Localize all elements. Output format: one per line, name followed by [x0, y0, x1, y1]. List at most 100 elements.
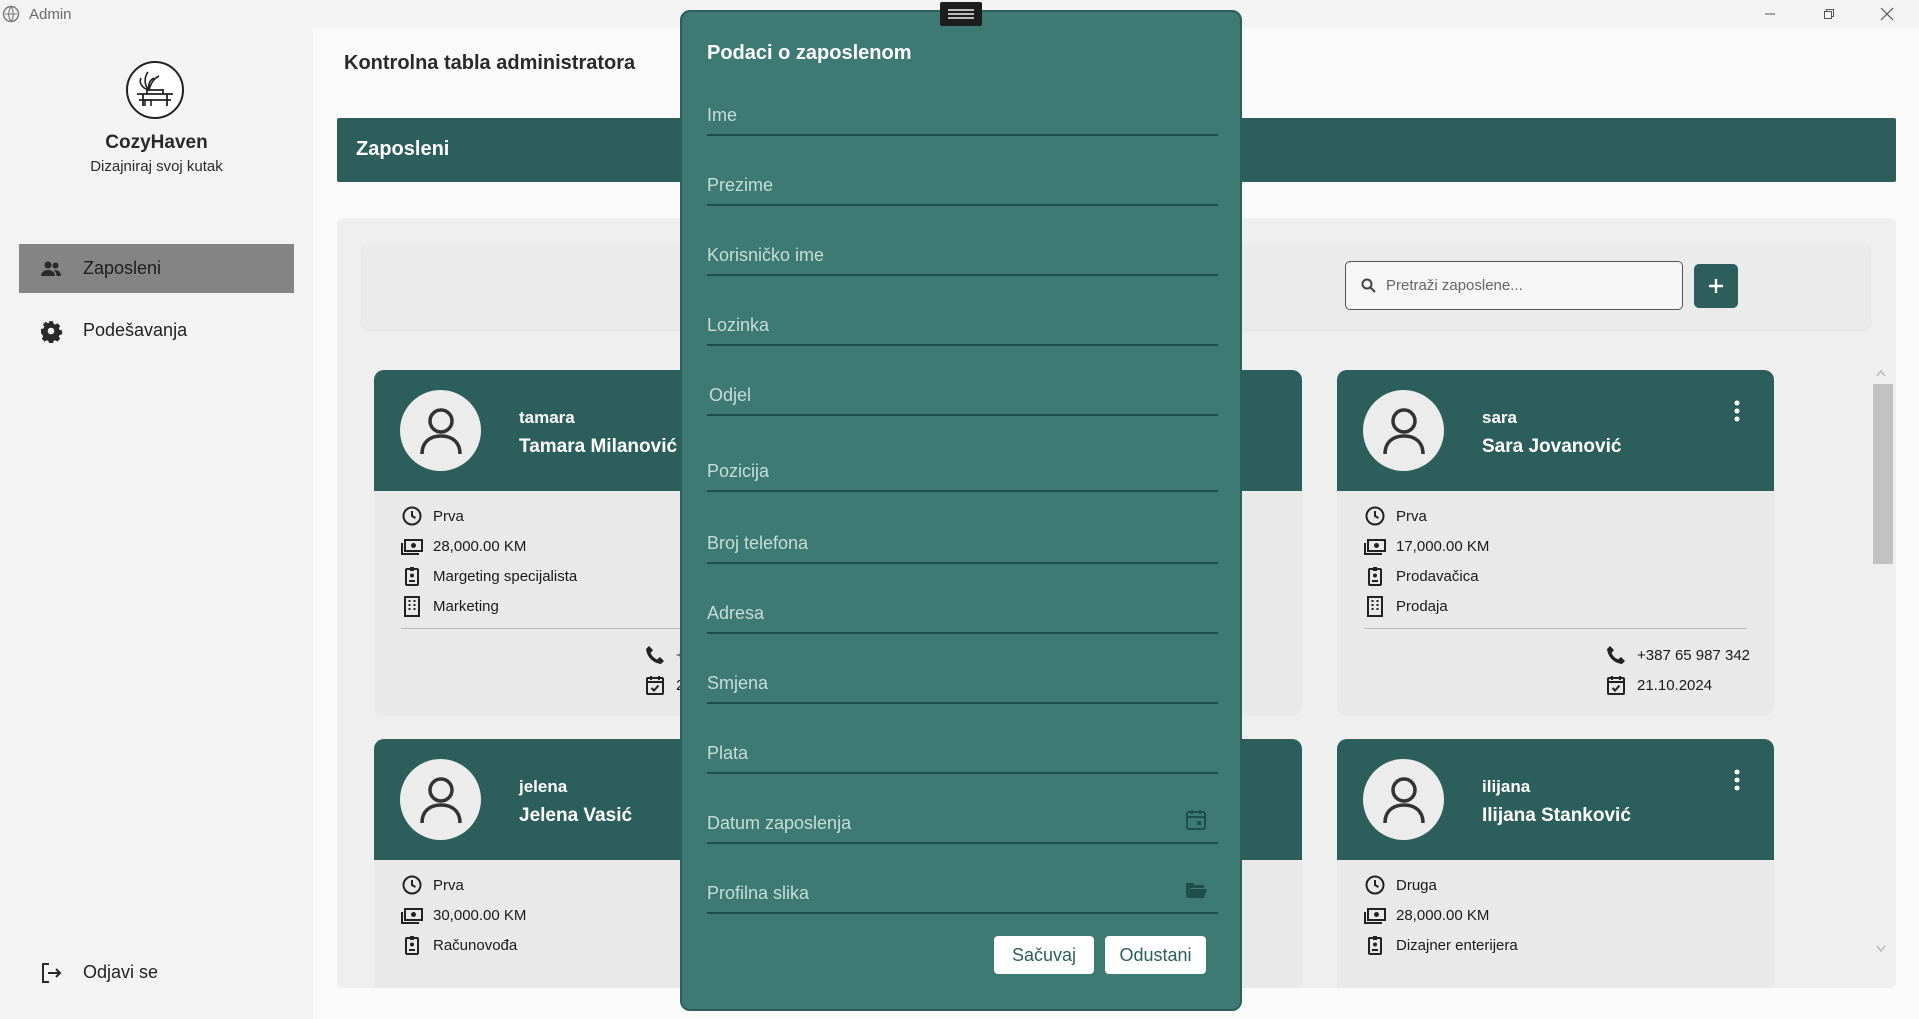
money-icon — [401, 539, 423, 555]
clock-icon — [1365, 506, 1385, 526]
employee-shift: Prva — [1396, 507, 1427, 525]
employee-fullname: Sara Jovanović — [1482, 436, 1622, 457]
cancel-button[interactable]: Odustani — [1105, 936, 1206, 974]
department-select[interactable]: Odjel — [707, 370, 1218, 416]
people-icon — [41, 261, 61, 276]
employee-hire-date: 21.10.2024 — [1637, 676, 1713, 694]
sidebar-item-zaposleni[interactable]: Zaposleni — [19, 244, 294, 293]
employee-card-header: sara Sara Jovanović — [1337, 370, 1774, 491]
employee-salary: 17,000.00 KM — [1396, 537, 1490, 555]
employee-details: Druga 28,000.00 KM Dizajner enterijera — [1364, 870, 1518, 960]
employee-salary: 30,000.00 KM — [433, 906, 527, 924]
scrollbar-thumb[interactable] — [1873, 384, 1893, 564]
position-select[interactable]: Pozicija — [707, 446, 1218, 492]
field-label: Smjena — [707, 673, 769, 693]
employee-salary: 28,000.00 KM — [433, 537, 527, 555]
money-icon — [401, 908, 423, 924]
field-label: Odjel — [709, 385, 752, 405]
employee-department: Marketing — [433, 597, 499, 615]
employee-card-header: ilijana Ilijana Stanković — [1337, 739, 1774, 860]
calendar-icon — [1607, 676, 1625, 695]
clock-icon — [1365, 875, 1385, 895]
password-field[interactable]: Lozinka — [707, 300, 1218, 346]
restore-icon — [1824, 9, 1834, 19]
field-label: Prezime — [707, 175, 774, 195]
section-title: Zaposleni — [356, 138, 450, 160]
phone-field[interactable]: Broj telefona — [707, 518, 1218, 564]
employee-department: Prodaja — [1396, 597, 1448, 615]
badge-icon — [405, 567, 419, 586]
employee-position: Dizajner enterijera — [1396, 936, 1518, 954]
user-icon — [419, 776, 462, 823]
employee-form-dialog: Podaci o zaposlenom Ime Prezime Korisnič… — [680, 2, 1242, 1011]
employee-username: sara — [1482, 408, 1517, 427]
employee-card[interactable]: sara Sara Jovanović Prva 17,000.00 KM Pr… — [1337, 370, 1774, 716]
employee-card[interactable]: ilijana Ilijana Stanković Druga 28,000.0… — [1337, 739, 1774, 988]
search-icon — [1361, 278, 1376, 293]
address-field[interactable]: Adresa — [707, 588, 1218, 634]
field-label: Plata — [707, 743, 749, 763]
divider — [1364, 628, 1747, 629]
building-icon — [1367, 596, 1383, 617]
employee-fullname: Ilijana Stanković — [1482, 805, 1631, 826]
dialog-title: Podaci o zaposlenom — [707, 42, 912, 64]
first-name-field[interactable]: Ime — [707, 90, 1218, 136]
phone-icon — [646, 646, 664, 664]
drag-handle[interactable] — [940, 2, 982, 26]
close-icon — [1880, 7, 1894, 21]
minimize-button[interactable] — [1741, 0, 1799, 28]
field-label: Lozinka — [707, 315, 770, 335]
restore-button[interactable] — [1800, 0, 1858, 28]
employee-phone: +387 65 987 342 — [1637, 646, 1751, 664]
badge-icon — [405, 936, 419, 955]
salary-field[interactable]: Plata — [707, 728, 1218, 774]
page-title: Kontrolna tabla administratora — [344, 52, 636, 74]
logo — [126, 61, 184, 119]
avatar — [400, 759, 481, 840]
brand-name: CozyHaven — [105, 132, 208, 153]
shift-select[interactable]: Smjena — [707, 658, 1218, 704]
calendar-icon — [646, 676, 664, 695]
employee-shift: Druga — [1396, 876, 1437, 894]
username-field[interactable]: Korisničko ime — [707, 230, 1218, 276]
window-title: Admin — [29, 6, 72, 23]
employee-position: Prodavačica — [1396, 567, 1479, 585]
sidebar-item-podesavanja[interactable]: Podešavanja — [19, 306, 294, 355]
more-vertical-icon[interactable] — [1729, 767, 1745, 793]
minimize-icon — [1765, 13, 1775, 15]
save-button[interactable]: Sačuvaj — [994, 936, 1094, 974]
building-icon — [404, 596, 420, 617]
user-icon — [419, 407, 462, 454]
app-icon — [2, 5, 20, 23]
badge-icon — [1368, 567, 1382, 586]
employee-details: Prva 30,000.00 KM Računovođa — [401, 870, 526, 960]
search-box[interactable] — [1345, 261, 1683, 310]
calendar-icon[interactable] — [1184, 808, 1208, 832]
employee-username: jelena — [519, 777, 568, 796]
profile-image-picker[interactable]: Profilna slika — [707, 868, 1218, 914]
field-label: Profilna slika — [707, 883, 810, 903]
clock-icon — [402, 875, 422, 895]
user-icon — [1382, 407, 1425, 454]
employee-fullname: Tamara Milanović — [519, 436, 678, 457]
logout-button[interactable]: Odjavi se — [19, 948, 294, 997]
plus-icon — [1709, 279, 1723, 293]
field-label: Broj telefona — [707, 533, 809, 553]
employee-fullname: Jelena Vasić — [519, 805, 633, 826]
search-input[interactable] — [1386, 277, 1666, 294]
folder-icon[interactable] — [1184, 878, 1208, 902]
badge-icon — [1368, 936, 1382, 955]
money-icon — [1364, 908, 1386, 924]
field-label: Ime — [707, 105, 738, 125]
sidebar-item-label: Zaposleni — [83, 258, 162, 278]
more-vertical-icon[interactable] — [1729, 398, 1745, 424]
user-icon — [1382, 776, 1425, 823]
sidebar-item-label: Podešavanja — [83, 320, 188, 340]
last-name-field[interactable]: Prezime — [707, 160, 1218, 206]
brand-tagline: Dizajniraj svoj kutak — [90, 158, 223, 175]
employee-contact: + 2 — [644, 640, 685, 700]
add-employee-button[interactable] — [1694, 264, 1738, 308]
hire-date-picker[interactable]: Datum zaposlenja — [707, 798, 1218, 844]
close-button[interactable] — [1858, 0, 1916, 28]
sidebar: CozyHaven Dizajniraj svoj kutak Zaposlen… — [0, 28, 313, 1019]
